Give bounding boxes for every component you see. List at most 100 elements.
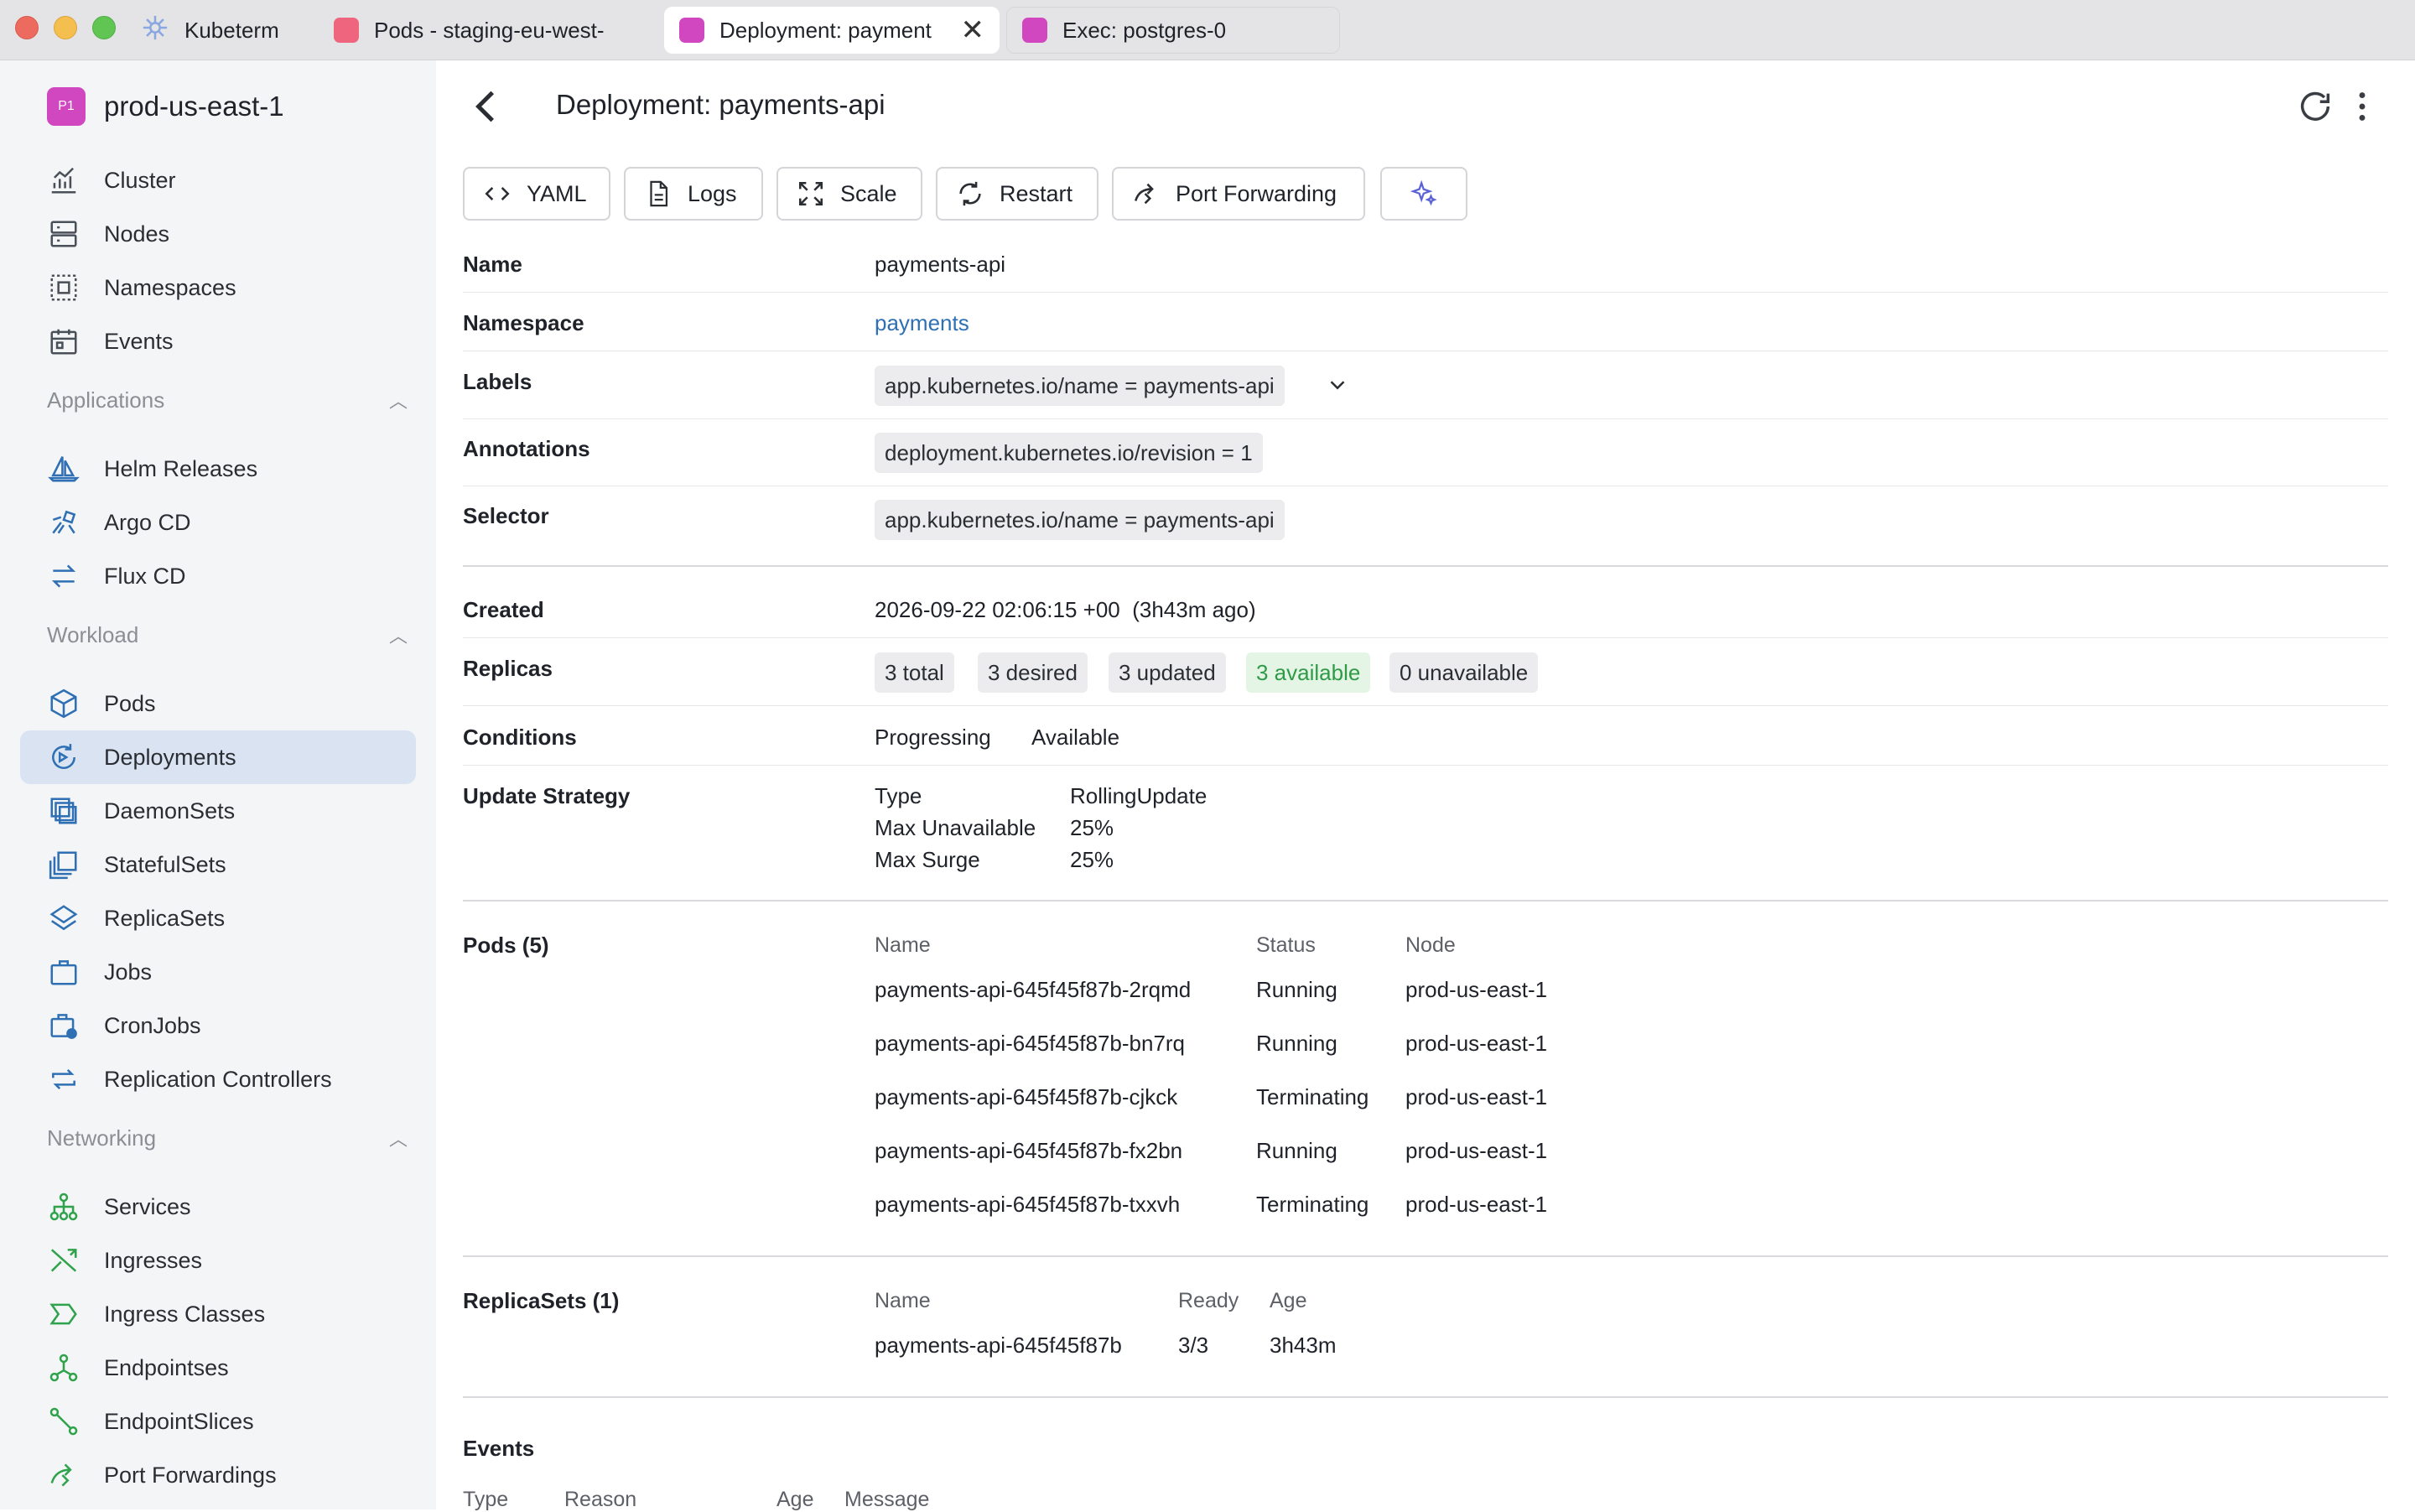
sidebar-item-nodes[interactable]: Nodes (20, 207, 416, 261)
label-chip: app.kubernetes.io/name = payments-api (875, 366, 1285, 406)
restart-icon (959, 181, 981, 206)
update-strategy-label: Update Strategy (463, 783, 631, 808)
yaml-button[interactable]: YAML (463, 167, 610, 221)
replicaset-name-link[interactable]: payments-api-645f45f87b (875, 1333, 1122, 1359)
daemonset-icon (47, 794, 80, 828)
sidebar-item-endpointses[interactable]: Endpointses (20, 1341, 416, 1395)
events-col-type: Type (463, 1488, 509, 1511)
port-forward-icon (1135, 183, 1154, 205)
sidebar-item-replication-controllers[interactable]: Replication Controllers (20, 1052, 416, 1106)
sidebar-item-label: Helm Releases (104, 455, 258, 481)
sidebar-item-ingresses[interactable]: Ingresses (20, 1234, 416, 1287)
sidebar-item-events[interactable]: Events (20, 314, 416, 368)
pod-status: Terminating (1256, 1084, 1369, 1109)
strategy-key: Max Surge (875, 847, 980, 872)
section-divider (463, 900, 2388, 901)
pod-name-link[interactable]: payments-api-645f45f87b-fx2bn (875, 1138, 1182, 1164)
sidebar-item-ingress-classes[interactable]: Ingress Classes (20, 1287, 416, 1341)
page-title: Deployment: payments-api (556, 89, 886, 120)
chevron-down-icon[interactable] (1325, 372, 1350, 397)
cluster-square-icon (679, 18, 704, 43)
pod-name-link[interactable]: payments-api-645f45f87b-2rqmd (875, 977, 1191, 1003)
back-button[interactable] (466, 86, 508, 127)
pod-node: prod-us-east-1 (1405, 1084, 1548, 1109)
chevron-up-icon: ︿ (388, 1129, 408, 1150)
ai-assistant-button[interactable] (1380, 167, 1467, 221)
sidebar-item-cronjobs[interactable]: CronJobs (20, 999, 416, 1052)
chevron-up-icon: ︿ (388, 626, 408, 647)
sidebar-item-label: ReplicaSets (104, 905, 226, 931)
more-options-icon[interactable] (2343, 87, 2381, 126)
restart-button[interactable]: Restart (936, 167, 1098, 221)
group-title: Workload (47, 621, 139, 647)
sidebar-item-helm-releases[interactable]: Helm Releases (20, 442, 416, 496)
window-close-button[interactable] (15, 16, 39, 39)
scale-label: Scale (840, 180, 897, 206)
tab-exec-postgres[interactable]: Exec: postgres-0 (1006, 7, 1340, 54)
strategy-key: Max Unavailable (875, 815, 1036, 840)
events-col-age: Age (776, 1488, 814, 1511)
sidebar-item-label: Ingress Classes (104, 1301, 266, 1327)
sidebar-item-jobs[interactable]: Jobs (20, 945, 416, 999)
tab-label: Deployment: payment (719, 17, 932, 43)
divider (463, 765, 2388, 766)
tab-pods-staging[interactable]: Pods - staging-eu-west- (319, 7, 657, 54)
pod-name-link[interactable]: payments-api-645f45f87b-bn7rq (875, 1031, 1185, 1057)
sidebar-item-deployments[interactable]: Deployments (20, 730, 416, 784)
pod-status: Running (1256, 1138, 1337, 1163)
sidebar-item-argo-cd[interactable]: Argo CD (20, 496, 416, 549)
sidebar-item-replicasets[interactable]: ReplicaSets (20, 891, 416, 945)
namespace-link[interactable]: payments (875, 310, 969, 336)
annotations-label: Annotations (463, 436, 590, 461)
cube-icon (47, 687, 80, 720)
group-applications[interactable]: Applications ︿ (47, 382, 408, 418)
tab-kubeterm[interactable]: Kubeterm (126, 7, 312, 54)
divider (463, 418, 2388, 419)
pod-name-link[interactable]: payments-api-645f45f87b-txxvh (875, 1192, 1180, 1218)
port-forwarding-button[interactable]: Port Forwarding (1112, 167, 1365, 221)
tab-deployment-payments[interactable]: Deployment: payment ✕ (664, 7, 1000, 54)
section-divider (463, 1396, 2388, 1398)
divider (463, 292, 2388, 293)
divider (463, 637, 2388, 638)
scale-button[interactable]: Scale (776, 167, 922, 221)
group-networking[interactable]: Networking ︿ (47, 1120, 408, 1156)
window-maximize-button[interactable] (92, 16, 116, 39)
sidebar-item-label: Pods (104, 690, 156, 716)
sidebar-item-endpointslices[interactable]: EndpointSlices (20, 1395, 416, 1448)
strategy-value: RollingUpdate (1070, 783, 1208, 808)
sidebar-item-port-forwardings[interactable]: Port Forwardings (20, 1448, 416, 1502)
sidebar-item-pods[interactable]: Pods (20, 677, 416, 730)
pod-name-link[interactable]: payments-api-645f45f87b-cjkck (875, 1084, 1177, 1110)
sidebar-item-daemonsets[interactable]: DaemonSets (20, 784, 416, 838)
sidebar-item-services[interactable]: Services (20, 1180, 416, 1234)
endpoint-slice-icon (47, 1405, 80, 1438)
sidebar-item-cluster[interactable]: Cluster (20, 153, 416, 207)
layers-icon (47, 901, 80, 935)
close-icon[interactable]: ✕ (961, 13, 985, 47)
cluster-selector[interactable]: P1 prod-us-east-1 (47, 87, 284, 126)
cluster-name: prod-us-east-1 (104, 91, 284, 122)
window-minimize-button[interactable] (54, 16, 77, 39)
sidebar-item-flux-cd[interactable]: Flux CD (20, 549, 416, 603)
title-bar: Kubeterm Pods - staging-eu-west- Deploym… (0, 0, 2415, 60)
namespace-label: Namespace (463, 310, 584, 335)
replicasets-col-age: Age (1270, 1289, 1307, 1312)
logs-button[interactable]: Logs (624, 167, 763, 221)
sidebar-item-statefulsets[interactable]: StatefulSets (20, 838, 416, 891)
group-title: Networking (47, 1125, 157, 1151)
group-workload[interactable]: Workload ︿ (47, 616, 408, 653)
port-forwarding-label: Port Forwarding (1176, 180, 1337, 206)
pod-node: prod-us-east-1 (1405, 977, 1548, 1002)
sidebar-item-label: Jobs (104, 959, 153, 985)
section-divider (463, 1255, 2388, 1257)
shuffle-icon (47, 1244, 80, 1277)
refresh-icon[interactable] (2296, 87, 2334, 126)
group-title: Applications (47, 387, 165, 413)
annotation-chip: deployment.kubernetes.io/revision = 1 (875, 433, 1263, 473)
sidebar-item-label: Nodes (104, 221, 170, 247)
pods-col-name: Name (875, 933, 931, 957)
sidebar-item-namespaces[interactable]: Namespaces (20, 261, 416, 314)
server-icon (47, 217, 80, 251)
chart-icon (47, 164, 80, 197)
